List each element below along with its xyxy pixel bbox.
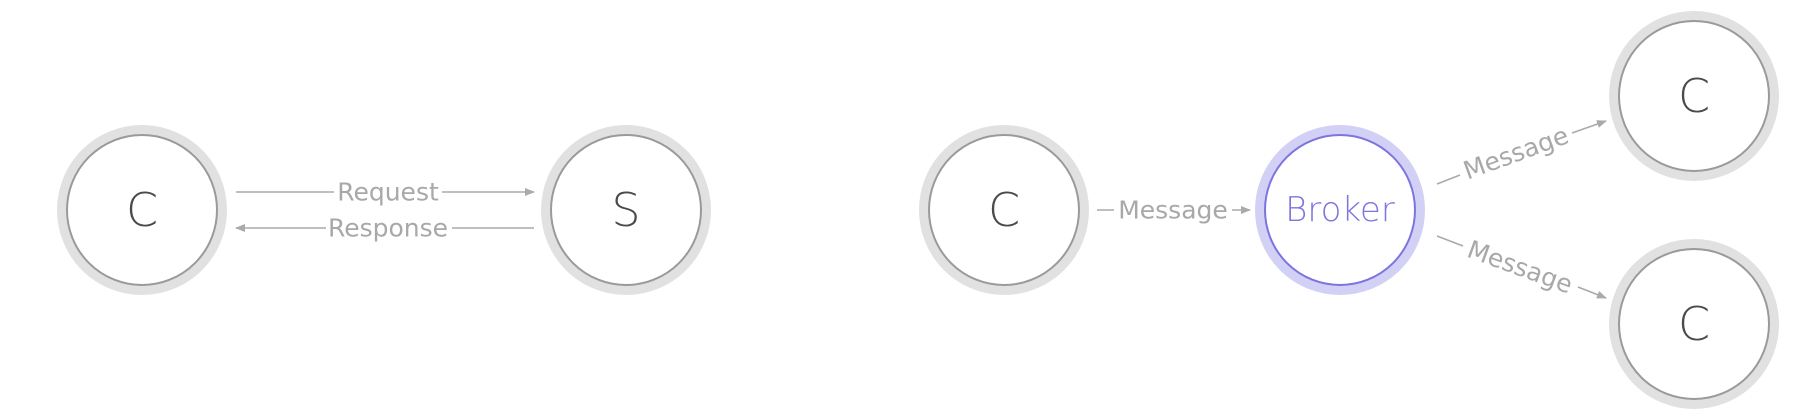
producer-node-label: C (988, 183, 1020, 237)
client-node: C (57, 125, 227, 295)
client-node-label: C (126, 183, 158, 237)
broker-node: Broker (1255, 125, 1425, 295)
message-out-bottom-edge-line-start (1436, 235, 1464, 247)
message-in-label: Message (1118, 196, 1228, 225)
consumer-top-node-label: C (1678, 69, 1710, 123)
message-broker-diagram: C Broker C C Message Message Message (919, 11, 1779, 409)
request-response-diagram: C S Request Response (57, 125, 711, 295)
architecture-diagram: C S Request Response C Broker C C Messag… (57, 11, 1779, 409)
producer-node: C (919, 125, 1089, 295)
response-label: Response (328, 214, 448, 243)
message-out-bottom-label: Message (1464, 235, 1577, 300)
broker-node-label: Broker (1285, 190, 1395, 230)
message-out-top-edge-line-end (1571, 120, 1607, 134)
message-in-edge: Message (1097, 196, 1251, 225)
message-out-bottom-edge: Message (1436, 235, 1607, 300)
message-out-bottom-edge-line-end (1577, 286, 1607, 299)
message-out-top-edge: Message (1436, 120, 1607, 186)
response-edge: Response (235, 214, 534, 243)
consumer-top-node: C (1609, 11, 1779, 181)
request-edge: Request (236, 178, 535, 207)
server-node: S (541, 125, 711, 295)
message-out-top-edge-line-start (1436, 174, 1461, 185)
message-out-top-label: Message (1460, 121, 1573, 186)
consumer-bottom-node-label: C (1678, 297, 1710, 351)
consumer-bottom-node: C (1609, 239, 1779, 409)
request-label: Request (337, 178, 439, 207)
server-node-label: S (611, 183, 640, 237)
